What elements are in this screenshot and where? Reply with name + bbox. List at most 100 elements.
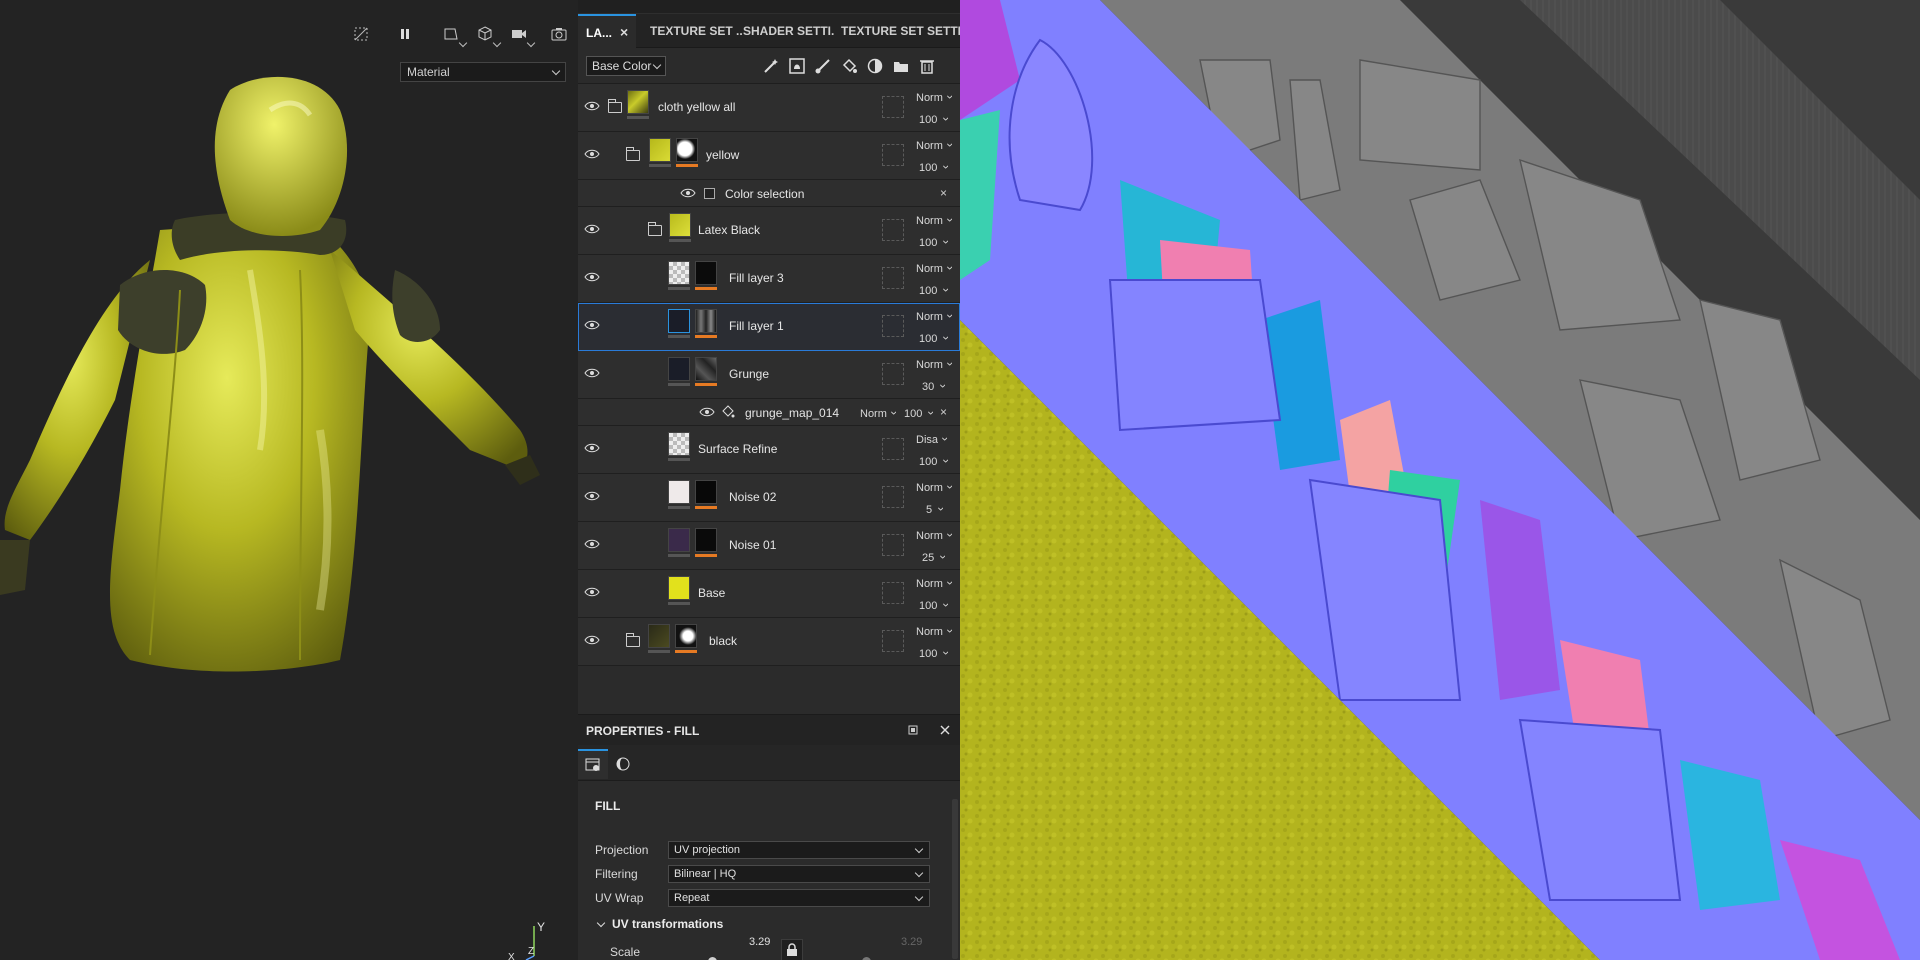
layer-row-latex-black[interactable]: Latex Black Norm 100	[578, 207, 960, 255]
layer-row-grunge[interactable]: Grunge Norm 30	[578, 351, 960, 399]
pause-icon[interactable]	[392, 22, 418, 46]
tab-texture-set-settings[interactable]: TEXTURE SET SETTI...	[841, 14, 960, 48]
blend-mode[interactable]: Norm	[916, 138, 951, 152]
close-icon[interactable]	[939, 724, 951, 736]
projection-select[interactable]: UV projection	[668, 841, 930, 859]
layer-row-fill-layer-1[interactable]: Fill layer 1 Norm 100	[578, 303, 960, 351]
folder-icon[interactable]	[626, 633, 640, 647]
layer-opacity[interactable]: 100	[919, 235, 947, 249]
blend-mode[interactable]: Disa	[916, 432, 946, 446]
tab-layers[interactable]: LA... ×	[578, 14, 636, 48]
folder-icon[interactable]	[626, 147, 640, 161]
material-sphere-icon	[616, 757, 630, 771]
close-icon[interactable]: ×	[940, 405, 947, 419]
layer-row-cloth-yellow-all[interactable]: cloth yellow all Norm 100	[578, 84, 960, 132]
blend-mode[interactable]: Norm	[916, 357, 951, 371]
layer-opacity[interactable]: 100	[919, 112, 947, 126]
effect-name: Color selection	[725, 187, 805, 201]
uv-transformations-title[interactable]: UV transformations	[612, 917, 723, 931]
magic-wand-icon[interactable]	[762, 57, 780, 75]
tab-shader-settings[interactable]: SHADER SETTI...	[743, 14, 835, 48]
visibility-eye-icon[interactable]	[699, 407, 715, 417]
hide-icon[interactable]	[348, 22, 374, 46]
visibility-eye-icon[interactable]	[584, 587, 600, 597]
scale-lock-button[interactable]	[781, 939, 803, 960]
layer-row-noise-01[interactable]: Noise 01 Norm 25	[578, 522, 960, 570]
layer-opacity[interactable]: 25	[922, 550, 944, 564]
layer-opacity[interactable]: 100	[919, 283, 947, 297]
layer-opacity[interactable]: 100	[919, 331, 947, 345]
visibility-eye-icon[interactable]	[584, 101, 600, 111]
blend-mode[interactable]: Norm	[916, 261, 951, 275]
folder-icon[interactable]	[648, 222, 662, 236]
3d-viewport[interactable]: Material Y Z X	[0, 0, 578, 960]
layer-thumbnail	[668, 261, 690, 285]
layer-opacity[interactable]: 100	[919, 598, 947, 612]
layer-row-surface-refine[interactable]: Surface Refine Disa 100	[578, 426, 960, 474]
layer-thumbnail	[668, 480, 690, 504]
smart-material-icon[interactable]	[866, 57, 884, 75]
close-icon[interactable]: ×	[940, 186, 947, 200]
tab-material-properties[interactable]	[608, 749, 638, 779]
close-icon[interactable]: ×	[620, 25, 632, 39]
cube-icon[interactable]	[472, 22, 502, 48]
visibility-eye-icon[interactable]	[584, 491, 600, 501]
blend-mode[interactable]: Norm	[916, 213, 951, 227]
layer-opacity[interactable]: 100	[904, 406, 932, 420]
layer-opacity[interactable]: 100	[919, 160, 947, 174]
layer-row-fill-layer-3[interactable]: Fill layer 3 Norm 100	[578, 255, 960, 303]
visibility-eye-icon[interactable]	[680, 188, 696, 198]
channel-select[interactable]: Base Color	[586, 56, 666, 76]
visibility-eye-icon[interactable]	[584, 320, 600, 330]
mask-thumbnail	[695, 309, 717, 333]
visibility-eye-icon[interactable]	[584, 149, 600, 159]
effect-row-color-selection[interactable]: Color selection ×	[578, 180, 960, 207]
layer-opacity[interactable]: 100	[919, 454, 947, 468]
visibility-eye-icon[interactable]	[584, 272, 600, 282]
chevron-down-icon[interactable]	[596, 918, 606, 928]
paint-brush-icon[interactable]	[814, 57, 832, 75]
color-selection-checkbox[interactable]	[704, 188, 715, 199]
blend-mode[interactable]: Norm	[916, 90, 951, 104]
filtering-select[interactable]: Bilinear | HQ	[668, 865, 930, 883]
blend-preview	[882, 267, 904, 289]
blend-mode[interactable]: Norm	[916, 480, 951, 494]
visibility-eye-icon[interactable]	[584, 368, 600, 378]
layer-opacity[interactable]: 30	[922, 379, 944, 393]
visibility-eye-icon[interactable]	[584, 224, 600, 234]
layer-row-yellow[interactable]: yellow Norm 100	[578, 132, 960, 180]
visibility-eye-icon[interactable]	[584, 635, 600, 645]
folder-icon[interactable]	[608, 99, 622, 113]
visibility-eye-icon[interactable]	[584, 443, 600, 453]
layer-row-base[interactable]: Base Norm 100	[578, 570, 960, 618]
uv-wrap-value: Repeat	[674, 892, 710, 904]
tab-texture-set-list[interactable]: TEXTURE SET ...	[650, 14, 742, 48]
blend-mode[interactable]: Norm	[916, 309, 951, 323]
trash-icon[interactable]	[918, 57, 936, 75]
folder-icon[interactable]	[892, 57, 910, 75]
blend-mode[interactable]: Norm	[860, 406, 895, 420]
add-mask-icon[interactable]	[788, 57, 806, 75]
thumbnail-bar	[669, 239, 691, 242]
screenshot-icon[interactable]	[546, 22, 572, 46]
fill-bucket-icon[interactable]	[840, 57, 858, 75]
scale-value[interactable]: 3.29	[749, 936, 770, 948]
layer-opacity[interactable]: 100	[919, 646, 947, 660]
blend-mode[interactable]: Norm	[916, 624, 951, 638]
blend-mode[interactable]: Norm	[916, 528, 951, 542]
layer-thumbnail	[649, 138, 671, 162]
undock-icon[interactable]	[908, 725, 918, 735]
properties-scrollbar[interactable]	[952, 799, 958, 959]
blend-mode[interactable]: Norm	[916, 576, 951, 590]
layer-opacity[interactable]: 5	[926, 502, 942, 516]
uv-wrap-select[interactable]: Repeat	[668, 889, 930, 907]
layer-name: black	[709, 634, 738, 648]
layer-row-black[interactable]: black Norm 100	[578, 618, 960, 666]
visibility-eye-icon[interactable]	[584, 539, 600, 549]
video-camera-icon[interactable]	[506, 22, 536, 48]
tab-fill-properties[interactable]	[578, 749, 608, 779]
effect-row-grunge-map[interactable]: grunge_map_014 Norm 100 ×	[578, 399, 960, 426]
tab-layers-label: LA...	[586, 26, 612, 40]
camera-frame-icon[interactable]	[438, 22, 468, 48]
layer-row-noise-02[interactable]: Noise 02 Norm 5	[578, 474, 960, 522]
